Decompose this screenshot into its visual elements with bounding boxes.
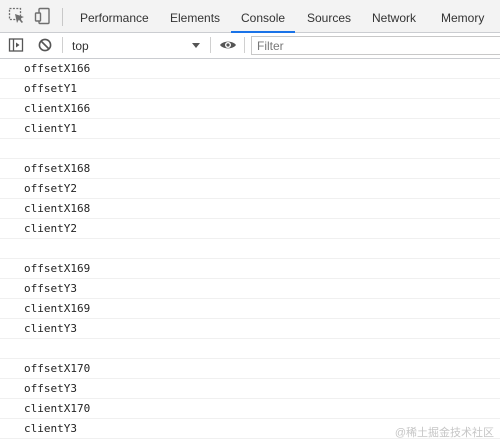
console-message: clientX168 (0, 199, 500, 219)
console-message: offsetY3 (0, 279, 500, 299)
console-message: clientY1 (0, 119, 500, 139)
console-message: clientX169 (0, 299, 500, 319)
console-message-empty (0, 139, 500, 159)
device-toolbar-icon[interactable] (34, 7, 52, 25)
console-toolbar: top (0, 33, 500, 59)
console-message: offsetX168 (0, 159, 500, 179)
chevron-down-icon (192, 43, 200, 48)
console-message: offsetX170 (0, 359, 500, 379)
console-message: clientY2 (0, 219, 500, 239)
inspect-element-icon[interactable] (8, 7, 26, 25)
toolbar-divider (210, 37, 211, 53)
console-message: offsetY2 (0, 179, 500, 199)
console-messages: offsetX166 offsetY1 clientX166 clientY1 … (0, 59, 500, 439)
console-message: clientX166 (0, 99, 500, 119)
devtools-tab-bar: Performance Elements Console Sources Net… (0, 0, 500, 33)
tab-performance[interactable]: Performance (80, 0, 149, 32)
console-message: offsetY1 (0, 79, 500, 99)
tab-memory[interactable]: Memory (441, 0, 484, 32)
console-message: offsetX169 (0, 259, 500, 279)
tab-elements[interactable]: Elements (170, 0, 220, 32)
console-message: clientX170 (0, 399, 500, 419)
watermark: @稀土掘金技术社区 (394, 427, 494, 439)
sidebar-toggle-icon[interactable] (8, 37, 24, 53)
tab-console[interactable]: Console (230, 0, 296, 33)
tab-sources[interactable]: Sources (307, 0, 351, 32)
clear-console-icon[interactable] (37, 37, 53, 53)
context-selector[interactable]: top (72, 33, 206, 58)
console-message: offsetX166 (0, 59, 500, 79)
tabbar-divider (62, 8, 63, 26)
console-message-empty (0, 239, 500, 259)
console-message: offsetY3 (0, 379, 500, 399)
tab-network[interactable]: Network (372, 0, 416, 32)
console-message: clientY3 (0, 319, 500, 339)
toolbar-divider (244, 37, 245, 53)
console-message-empty (0, 339, 500, 359)
toolbar-divider (62, 37, 63, 53)
eye-icon[interactable] (219, 37, 236, 53)
context-value: top (72, 39, 89, 53)
filter-input[interactable] (251, 36, 500, 55)
